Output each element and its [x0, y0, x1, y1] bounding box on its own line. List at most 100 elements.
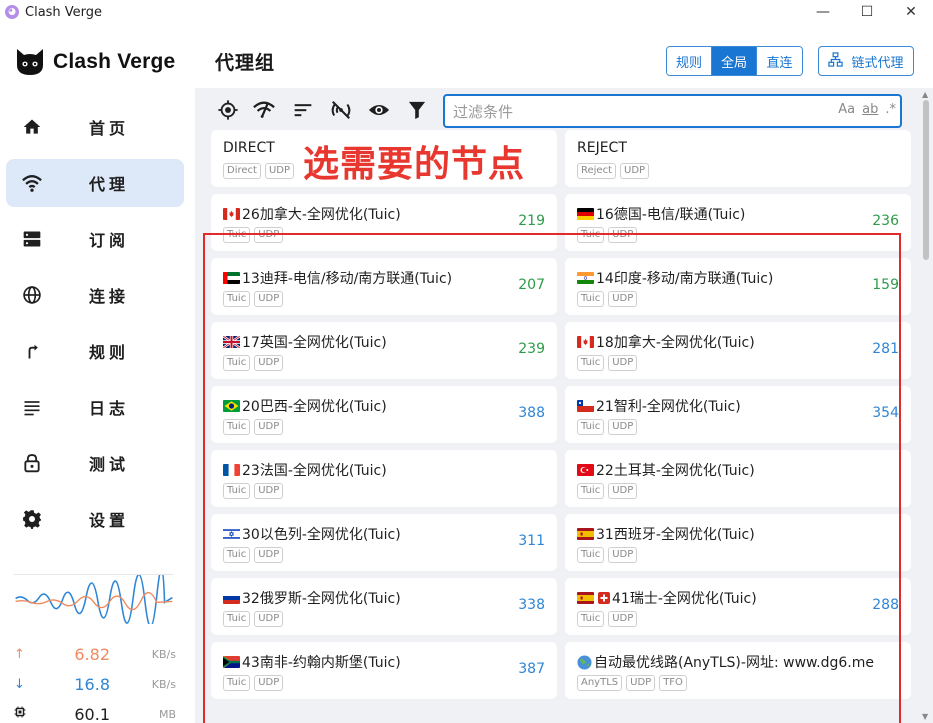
proxy-name: 21智利-全网优化(Tuic)	[577, 396, 741, 416]
latency-value[interactable]: 281	[872, 341, 899, 357]
page-header: 代理组 规则 全局 直连 链式代理	[195, 24, 933, 88]
proxy-name: 18加拿大-全网优化(Tuic)	[577, 332, 755, 352]
proxy-tag: Tuic	[577, 483, 605, 499]
globe-icon	[577, 654, 592, 670]
minimize-icon: —	[816, 4, 830, 20]
latency-value[interactable]: 388	[518, 405, 545, 421]
scrollbar[interactable]: ▲ ▼	[921, 88, 931, 723]
sidebar-item-proxy[interactable]: 代理	[6, 159, 184, 207]
latency-value[interactable]: 219	[518, 213, 545, 229]
minimize-button[interactable]: —	[801, 0, 845, 24]
memory-unit: MB	[158, 707, 176, 721]
match-whole-word-toggle[interactable]: ab	[862, 102, 878, 117]
proxy-tag: UDP	[254, 419, 284, 435]
sidebar-item-home[interactable]: 首页	[6, 103, 184, 151]
scroll-up-arrow-icon[interactable]: ▲	[922, 90, 928, 99]
regex-toggle[interactable]: .*	[885, 102, 896, 117]
proxy-tags: Tuic UDP	[223, 227, 287, 243]
close-button[interactable]: ✕	[889, 0, 933, 24]
proxy-card[interactable]: 17英国-全网优化(Tuic) Tuic UDP 239	[211, 322, 557, 379]
eye-icon[interactable]	[368, 99, 390, 121]
wifi-tethering-off-icon[interactable]	[330, 99, 352, 121]
sidebar-item-logs[interactable]: 日志	[6, 383, 184, 431]
proxy-tags: Tuic UDP	[223, 547, 287, 563]
proxy-tag: UDP	[254, 675, 284, 691]
proxy-card[interactable]: 41瑞士-全网优化(Tuic) Tuic UDP 288	[565, 578, 911, 635]
proxy-card[interactable]: 43南非-约翰内斯堡(Tuic) Tuic UDP 387	[211, 642, 557, 699]
proxy-card[interactable]: 13迪拜-电信/移动/南方联通(Tuic) Tuic UDP 207	[211, 258, 557, 315]
latency-value[interactable]: 236	[872, 213, 899, 229]
proxy-name: 23法国-全网优化(Tuic)	[223, 460, 387, 480]
proxy-name: 32俄罗斯-全网优化(Tuic)	[223, 588, 401, 608]
proxy-card[interactable]: 20巴西-全网优化(Tuic) Tuic UDP 388	[211, 386, 557, 443]
proxy-tag: UDP	[254, 355, 284, 371]
sidebar-item-label: 设置	[89, 511, 130, 530]
proxy-card[interactable]: 16德国-电信/联通(Tuic) Tuic UDP 236	[565, 194, 911, 251]
latency-value[interactable]: 288	[872, 597, 899, 613]
proxy-tag: Direct	[223, 163, 261, 179]
sidebar-item-settings[interactable]: 设置	[6, 495, 184, 543]
proxy-card[interactable]: 22土耳其-全网优化(Tuic) Tuic UDP	[565, 450, 911, 507]
proxy-tags: Tuic UDP	[223, 355, 287, 371]
latency-value[interactable]: 159	[872, 277, 899, 293]
proxy-card[interactable]: 21智利-全网优化(Tuic) Tuic UDP 354	[565, 386, 911, 443]
proxy-tag: Tuic	[223, 355, 251, 371]
sidebar-item-rules[interactable]: 规则	[6, 327, 184, 375]
maximize-button[interactable]: ☐	[845, 0, 889, 24]
filter-input[interactable]	[453, 102, 813, 122]
proxy-tag: Tuic	[223, 547, 251, 563]
proxy-tag: UDP	[608, 611, 638, 627]
main-panel: 代理组 规则 全局 直连 链式代理 过滤条件 Aa ab .* DIRECT D…	[195, 24, 933, 723]
app-logo: Clash Verge	[14, 46, 175, 78]
latency-value[interactable]: 207	[518, 277, 545, 293]
mode-global-button[interactable]: 全局	[712, 47, 757, 75]
mode-direct-button[interactable]: 直连	[757, 47, 802, 75]
locate-icon[interactable]	[217, 99, 239, 121]
proxy-card[interactable]: 32俄罗斯-全网优化(Tuic) Tuic UDP 338	[211, 578, 557, 635]
tr-flag-icon	[577, 464, 594, 476]
proxy-card[interactable]: 26加拿大-全网优化(Tuic) Tuic UDP 219	[211, 194, 557, 251]
proxy-tag: Tuic	[223, 291, 251, 307]
proxy-name-text: 16德国-电信/联通(Tuic)	[596, 207, 746, 223]
proxy-card[interactable]: 18加拿大-全网优化(Tuic) Tuic UDP 281	[565, 322, 911, 379]
scroll-thumb[interactable]	[923, 100, 929, 260]
proxy-name: 13迪拜-电信/移动/南方联通(Tuic)	[223, 268, 452, 288]
proxy-name-text: 14印度-移动/南方联通(Tuic)	[596, 271, 774, 287]
proxy-content: Aa ab .* DIRECT Direct UDP REJECTRejectUDP 2…	[195, 88, 933, 723]
proxy-name: 自动最优线路(AnyTLS)-网址: www.dg6.me	[577, 652, 874, 672]
proxy-card[interactable]: 23法国-全网优化(Tuic) Tuic UDP	[211, 450, 557, 507]
proxy-tag: Tuic	[223, 483, 251, 499]
sidebar-item-subscription[interactable]: 订阅	[6, 215, 184, 263]
sidebar-item-label: 测试	[89, 455, 130, 474]
scroll-down-arrow-icon[interactable]: ▼	[922, 712, 928, 721]
chain-proxy-button[interactable]: 链式代理	[818, 46, 914, 76]
proxy-tag: Tuic	[577, 611, 605, 627]
proxy-card[interactable]: REJECT Reject UDP	[565, 130, 911, 187]
proxy-name-text: 31西班牙-全网优化(Tuic)	[596, 527, 755, 543]
sort-icon[interactable]	[292, 99, 314, 121]
proxy-name-text: DIRECT	[223, 140, 275, 156]
sidebar-item-label: 首页	[89, 119, 130, 138]
proxy-name: 20巴西-全网优化(Tuic)	[223, 396, 387, 416]
filter-icon[interactable]	[406, 99, 428, 121]
sidebar-item-label: 订阅	[89, 231, 130, 250]
latency-value[interactable]: 338	[518, 597, 545, 613]
proxy-name-text: 21智利-全网优化(Tuic)	[596, 399, 741, 415]
ae-flag-icon	[223, 272, 240, 284]
proxy-card[interactable]: 31西班牙-全网优化(Tuic) Tuic UDP	[565, 514, 911, 571]
memory-usage: 60.1 MB	[14, 702, 176, 723]
mode-rule-button[interactable]: 规则	[667, 47, 712, 75]
proxy-card[interactable]: 自动最优线路(AnyTLS)-网址: www.dg6.me AnyTLS UDP TF…	[565, 642, 911, 699]
proxy-card[interactable]: 30以色列-全网优化(Tuic) Tuic UDP 311	[211, 514, 557, 571]
latency-value[interactable]: 354	[872, 405, 899, 421]
network-check-icon[interactable]	[253, 99, 275, 121]
sidebar-item-test[interactable]: 测试	[6, 439, 184, 487]
latency-value[interactable]: 387	[518, 661, 545, 677]
sidebar-item-connections[interactable]: 连接	[6, 271, 184, 319]
match-case-toggle[interactable]: Aa	[838, 102, 855, 117]
latency-value[interactable]: 239	[518, 341, 545, 357]
proxy-card[interactable]: 14印度-移动/南方联通(Tuic) Tuic UDP 159	[565, 258, 911, 315]
proxy-name: 31西班牙-全网优化(Tuic)	[577, 524, 755, 544]
latency-value[interactable]: 311	[518, 533, 545, 549]
es-flag-icon	[577, 592, 594, 604]
